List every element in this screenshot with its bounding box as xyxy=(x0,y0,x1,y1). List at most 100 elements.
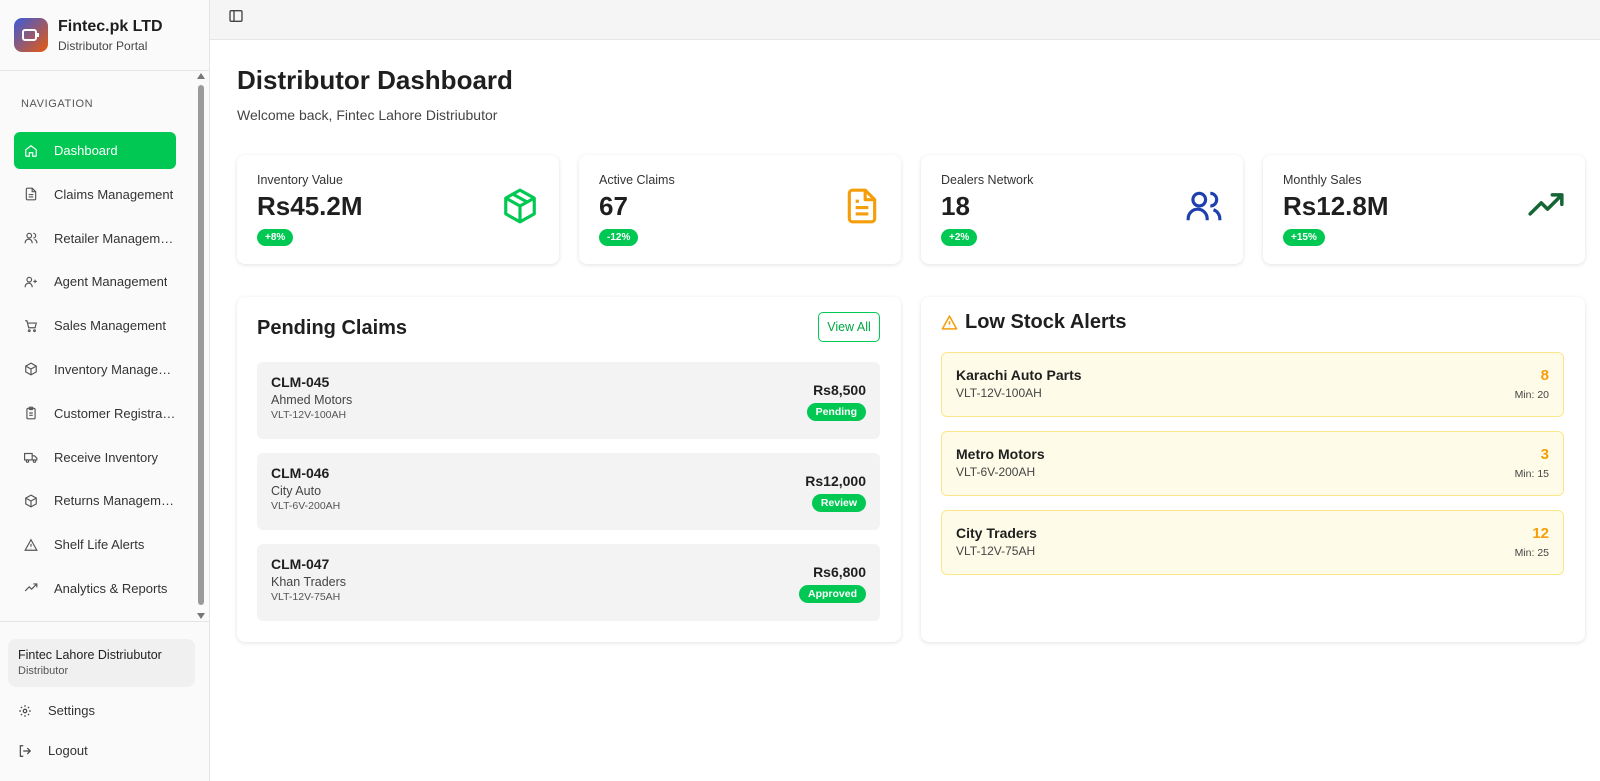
status-badge: Review xyxy=(811,494,866,512)
cart-icon xyxy=(25,319,37,332)
claim-id: CLM-047 xyxy=(271,556,330,572)
stat-card-active-claims: Active Claims 67 -12% xyxy=(579,155,901,264)
status-badge: Pending xyxy=(806,403,866,421)
low-stock-title: Low Stock Alerts xyxy=(965,311,1127,333)
stat-card-inventory-value: Inventory Value Rs45.2M +8% xyxy=(237,155,559,264)
logout-label: Logout xyxy=(48,743,88,758)
stat-card-monthly-sales: Monthly Sales Rs12.8M +15% xyxy=(1263,155,1585,264)
alert-quantity: 3 xyxy=(1540,446,1549,463)
claim-sku: VLT-12V-75AH xyxy=(271,591,341,603)
sidebar-item-claims-management[interactable]: Claims Management xyxy=(14,176,176,213)
page-title: Distributor Dashboard xyxy=(237,65,513,95)
scroll-up-arrow-icon[interactable] xyxy=(197,73,205,79)
brand-subtitle: Distributor Portal xyxy=(58,38,148,53)
truck-icon xyxy=(24,452,38,463)
sidebar-item-dashboard[interactable]: Dashboard xyxy=(14,132,176,169)
sidebar-item-sales-management[interactable]: Sales Management xyxy=(14,307,176,344)
sidebar-footer: Fintec Lahore Distriubutor Distributor S… xyxy=(0,621,210,781)
alert-quantity: 12 xyxy=(1532,525,1549,542)
brand: Fintec.pk LTD Distributor Portal xyxy=(0,0,209,71)
sidebar-item-receive-inventory[interactable]: Receive Inventory xyxy=(14,439,176,476)
view-all-button[interactable]: View All xyxy=(818,312,880,342)
stat-value: Rs12.8M xyxy=(1283,191,1389,221)
alert-dealer-name: Metro Motors xyxy=(956,446,1045,462)
low-stock-panel: Low Stock Alerts Karachi Auto Parts VLT-… xyxy=(921,297,1585,642)
battery-logo-icon xyxy=(14,18,48,52)
box-icon xyxy=(25,362,37,376)
sidebar-item-label: Receive Inventory xyxy=(54,449,159,465)
stat-card-dealers-network: Dealers Network 18 +2% xyxy=(921,155,1243,264)
sidebar-item-label: Customer Registration xyxy=(54,405,176,421)
sidebar-item-agent-management[interactable]: Agent Management xyxy=(14,263,176,300)
sidebar-item-label: Analytics & Reports xyxy=(54,580,168,596)
alert-dealer-name: City Traders xyxy=(956,525,1037,541)
trend-up-icon xyxy=(1528,193,1564,216)
settings-link[interactable]: Settings xyxy=(18,703,95,718)
sidebar: Fintec.pk LTD Distributor Portal NAVIGAT… xyxy=(0,0,210,781)
stat-value: 18 xyxy=(941,191,970,221)
sidebar-item-label: Inventory Management xyxy=(54,361,176,377)
stat-label: Active Claims xyxy=(599,173,675,187)
sidebar-item-label: Sales Management xyxy=(54,318,167,334)
alert-minimum: Min: 25 xyxy=(1514,547,1549,559)
users-icon xyxy=(1186,191,1222,221)
pending-claims-title: Pending Claims xyxy=(257,317,408,339)
claim-sku: VLT-6V-200AH xyxy=(271,500,341,512)
page-subtitle: Welcome back, Fintec Lahore Distriubutor xyxy=(237,107,498,123)
sidebar-item-analytics-reports[interactable]: Analytics & Reports xyxy=(14,570,176,607)
sidebar-item-label: Returns Management xyxy=(54,493,176,509)
stat-label: Monthly Sales xyxy=(1283,173,1362,187)
user-role: Distributor xyxy=(18,665,69,677)
user-plus-icon xyxy=(24,276,37,288)
sidebar-toggle-icon[interactable] xyxy=(228,8,244,24)
claim-row[interactable]: CLM-046 City Auto VLT-6V-200AH Rs12,000 … xyxy=(257,453,880,530)
claim-row[interactable]: CLM-045 Ahmed Motors VLT-12V-100AH Rs8,5… xyxy=(257,362,880,439)
sidebar-item-label: Shelf Life Alerts xyxy=(54,537,145,553)
sidebar-item-shelf-life-alerts[interactable]: Shelf Life Alerts xyxy=(14,526,176,563)
stat-label: Dealers Network xyxy=(941,173,1034,187)
document-icon xyxy=(25,187,37,201)
stat-change-badge: +2% xyxy=(941,229,978,246)
claim-dealer: City Auto xyxy=(271,484,322,498)
warning-icon xyxy=(24,538,38,551)
stock-alert-item[interactable]: Metro Motors VLT-6V-200AH 3 Min: 15 xyxy=(941,431,1564,496)
sidebar-scrollbar[interactable] xyxy=(196,71,206,621)
claim-sku: VLT-12V-100AH xyxy=(271,409,347,421)
pending-claims-panel: Pending Claims View All CLM-045 Ahmed Mo… xyxy=(237,297,901,642)
sidebar-item-label: Claims Management xyxy=(54,186,174,202)
alert-sku: VLT-12V-100AH xyxy=(956,386,1042,400)
clipboard-icon xyxy=(26,406,36,420)
scroll-down-arrow-icon[interactable] xyxy=(197,613,205,619)
alert-sku: VLT-12V-75AH xyxy=(956,544,1036,558)
stat-change-badge: +8% xyxy=(257,229,294,246)
sidebar-item-customer-registration[interactable]: Customer Registration xyxy=(14,395,176,432)
claim-row[interactable]: CLM-047 Khan Traders VLT-12V-75AH Rs6,80… xyxy=(257,544,880,621)
stat-change-badge: -12% xyxy=(599,229,639,246)
stat-label: Inventory Value xyxy=(257,173,343,187)
alert-sku: VLT-6V-200AH xyxy=(956,465,1036,479)
alert-quantity: 8 xyxy=(1540,367,1549,384)
box-icon xyxy=(25,494,37,508)
alert-dealer-name: Karachi Auto Parts xyxy=(956,367,1082,383)
user-name: Fintec Lahore Distriubutor xyxy=(18,648,162,662)
claim-id: CLM-045 xyxy=(271,374,330,390)
scroll-thumb[interactable] xyxy=(198,85,204,605)
home-icon xyxy=(25,144,37,157)
stock-alert-item[interactable]: Karachi Auto Parts VLT-12V-100AH 8 Min: … xyxy=(941,352,1564,417)
nav-scroll-area: NAVIGATION Dashboard Claims Management R… xyxy=(0,71,210,621)
claim-dealer: Khan Traders xyxy=(271,575,347,589)
claim-amount: Rs8,500 xyxy=(813,382,866,398)
logout-link[interactable]: Logout xyxy=(18,743,88,758)
brand-name: Fintec.pk LTD xyxy=(58,17,163,35)
topbar xyxy=(210,0,1600,40)
box-icon xyxy=(504,188,536,224)
trend-up-icon xyxy=(24,583,38,592)
sidebar-item-inventory-management[interactable]: Inventory Management xyxy=(14,351,176,388)
warning-icon xyxy=(941,315,958,330)
sidebar-item-retailer-management[interactable]: Retailer Management xyxy=(14,220,176,257)
logout-icon xyxy=(19,744,32,757)
sidebar-item-returns-management[interactable]: Returns Management xyxy=(14,482,176,519)
stock-alert-item[interactable]: City Traders VLT-12V-75AH 12 Min: 25 xyxy=(941,510,1564,575)
users-icon xyxy=(24,232,38,244)
alert-minimum: Min: 15 xyxy=(1514,468,1549,480)
